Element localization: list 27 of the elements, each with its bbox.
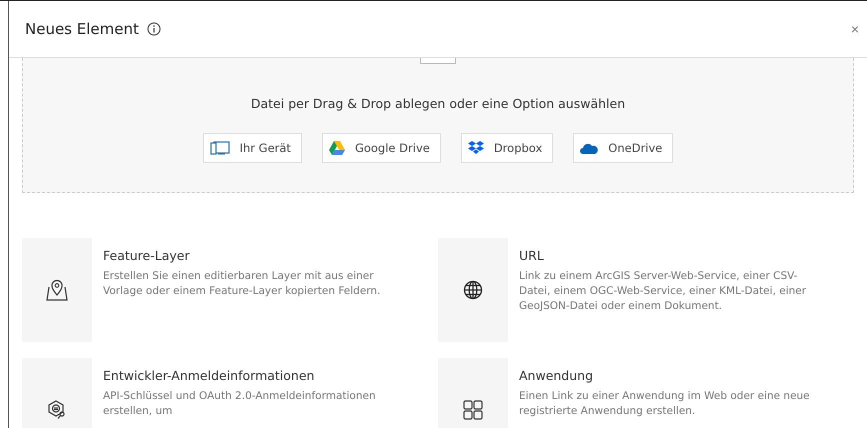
option-description: Link zu einem ArcGIS Server-Web-Service, einer CSV-Datei, einem OGC-Web-Service, einer KML-Datei, einer GeoJSON-Datei oder einem Dokument. <box>519 269 808 314</box>
source-button[interactable]: OneDrive <box>573 133 674 163</box>
option-description: Einen Link zu einer Anwendung im Web oder eine neue registrierte Anwendung erstellen. <box>519 389 811 419</box>
info-icon[interactable] <box>146 22 161 36</box>
close-button[interactable]: × <box>850 21 859 37</box>
key-badge-icon <box>47 400 67 420</box>
option-description: Erstellen Sie einen editierbaren Layer mit aus einer Vorlage oder einem Feature-Layer kopierten Feldern. <box>103 269 382 299</box>
source-button[interactable]: Google Drive <box>322 133 441 163</box>
source-button[interactable]: Dropbox <box>460 133 554 163</box>
app-grid-icon <box>463 400 483 420</box>
option-description: API-Schlüssel und OAuth 2.0-Anmeldeinformationen erstellen, um <box>103 389 377 419</box>
option-title[interactable]: Entwickler-Anmeldeinformationen <box>103 368 403 383</box>
globe-icon <box>463 280 483 300</box>
triangle-icon <box>328 141 345 155</box>
drop-prompt: Datei per Drag & Drop ablegen oder eine Option auswählen <box>250 96 626 111</box>
option-title[interactable]: Feature-Layer <box>103 248 403 263</box>
option-title[interactable]: Anwendung <box>519 368 819 383</box>
box-icon <box>468 141 484 155</box>
dialog-title: Neues Element <box>25 20 139 38</box>
drop-zone[interactable]: Datei per Drag & Drop ablegen oder eine Option auswählen Ihr Gerät Google Drive Dropbox OneDrive <box>22 58 854 193</box>
device-icon <box>210 140 230 156</box>
cloud-icon <box>580 142 598 154</box>
option-title[interactable]: URL <box>519 248 819 263</box>
source-button[interactable]: Ihr Gerät <box>202 133 302 163</box>
option-tile[interactable] <box>22 238 92 342</box>
map-pin-icon <box>46 279 68 301</box>
option-tile[interactable] <box>438 238 508 342</box>
